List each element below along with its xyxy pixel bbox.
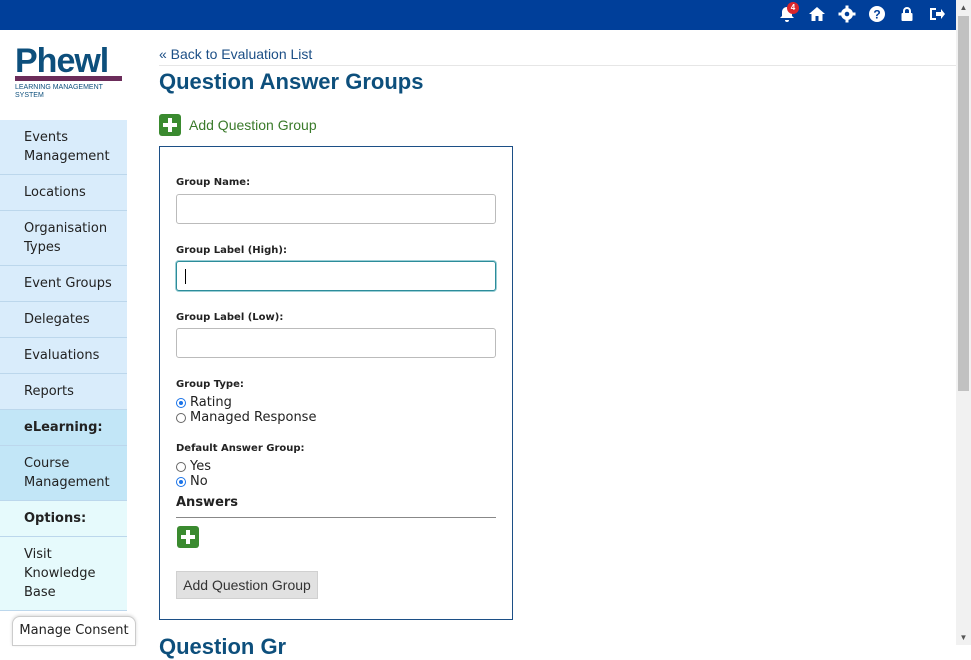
- notification-badge: 4: [787, 2, 799, 14]
- scroll-thumb[interactable]: [958, 16, 969, 391]
- sidebar-item-evaluations[interactable]: Evaluations: [0, 338, 127, 374]
- logo[interactable]: Phewl LEARNING MANAGEMENT SYSTEM: [15, 44, 125, 110]
- svg-text:?: ?: [873, 8, 880, 22]
- sidebar-heading-elearning: eLearning:: [0, 410, 127, 446]
- text-caret: [185, 269, 186, 284]
- rating-radio[interactable]: [176, 397, 186, 408]
- scroll-down-arrow-icon[interactable]: ▼: [956, 630, 971, 645]
- back-link[interactable]: « Back to Evaluation List: [159, 46, 312, 62]
- top-icons: 4 ?: [778, 2, 946, 23]
- home-icon[interactable]: [808, 5, 826, 23]
- no-radio[interactable]: [176, 476, 186, 487]
- question-group-form: Group Name: Group Label (High): Group La…: [159, 146, 513, 620]
- group-label-high-field[interactable]: [176, 261, 496, 291]
- managed-response-radio-label: Managed Response: [190, 410, 317, 425]
- plus-icon[interactable]: [159, 114, 181, 136]
- sidebar-item-events-management[interactable]: Events Management: [0, 120, 127, 175]
- sidebar-item-locations[interactable]: Locations: [0, 175, 127, 211]
- sidebar-item-delegates[interactable]: Delegates: [0, 302, 127, 338]
- section-title-partial: Question Gr: [159, 634, 287, 659]
- answers-divider: [176, 517, 496, 518]
- sidebar-item-reports[interactable]: Reports: [0, 374, 127, 410]
- sidebar-item-course-management[interactable]: Course Management: [0, 446, 127, 501]
- sidebar-item-organisation-types[interactable]: Organisation Types: [0, 211, 127, 266]
- add-question-group-button[interactable]: Add Question Group: [176, 571, 318, 599]
- default-yes-option[interactable]: Yes: [176, 459, 211, 474]
- logout-icon[interactable]: [928, 5, 946, 23]
- group-label-low-label: Group Label (Low):: [176, 312, 284, 323]
- group-name-label: Group Name:: [176, 177, 251, 188]
- group-type-managed-response-option[interactable]: Managed Response: [176, 410, 316, 425]
- add-answer-plus-icon[interactable]: [177, 526, 199, 548]
- top-bar: 4 ?: [0, 0, 956, 30]
- default-no-option[interactable]: No: [176, 474, 208, 489]
- page-title: Question Answer Groups: [159, 69, 424, 94]
- sidebar-item-knowledge-base[interactable]: Visit Knowledge Base: [0, 537, 127, 611]
- help-icon[interactable]: ?: [868, 5, 886, 23]
- rating-radio-label: Rating: [190, 395, 232, 410]
- group-type-label: Group Type:: [176, 379, 244, 390]
- logo-name: Phewl: [15, 42, 109, 80]
- answers-heading: Answers: [176, 495, 239, 510]
- group-name-field[interactable]: [176, 194, 496, 224]
- yes-radio-label: Yes: [190, 459, 211, 474]
- managed-response-radio[interactable]: [176, 412, 186, 423]
- sidebar-item-event-groups[interactable]: Event Groups: [0, 266, 127, 302]
- bell-icon[interactable]: 4: [778, 2, 799, 23]
- sidebar-heading-options: Options:: [0, 501, 127, 537]
- add-question-group-link[interactable]: Add Question Group: [159, 114, 317, 136]
- gear-icon[interactable]: [838, 5, 856, 23]
- manage-consent-button[interactable]: Manage Consent: [12, 616, 136, 646]
- group-label-high-label: Group Label (High):: [176, 245, 287, 256]
- group-type-rating-option[interactable]: Rating: [176, 395, 232, 410]
- default-answer-group-label: Default Answer Group:: [176, 443, 305, 454]
- logo-subtitle: LEARNING MANAGEMENT SYSTEM: [15, 84, 103, 99]
- no-radio-label: No: [190, 474, 208, 489]
- group-label-low-field[interactable]: [176, 328, 496, 358]
- scrollbar[interactable]: ▲ ▼: [956, 0, 971, 645]
- yes-radio[interactable]: [176, 461, 186, 472]
- sidebar-nav: Events Management Locations Organisation…: [0, 120, 127, 611]
- header-divider: [159, 65, 956, 66]
- scroll-up-arrow-icon[interactable]: ▲: [956, 0, 971, 15]
- lock-icon[interactable]: [898, 5, 916, 23]
- sidebar: Phewl LEARNING MANAGEMENT SYSTEM Events …: [0, 30, 127, 645]
- add-question-group-label[interactable]: Add Question Group: [189, 117, 317, 133]
